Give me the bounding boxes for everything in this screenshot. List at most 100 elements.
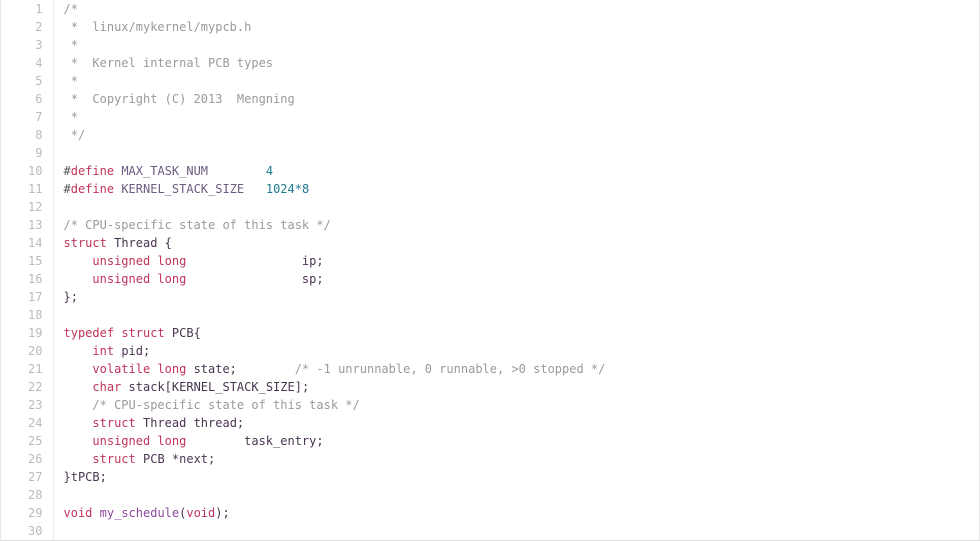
line-number[interactable]: 1 bbox=[1, 0, 54, 18]
code-line[interactable]: }; bbox=[53, 288, 979, 306]
token-keyword: volatile long bbox=[92, 362, 187, 376]
code-row[interactable]: 7 * bbox=[1, 108, 979, 126]
line-number[interactable]: 30 bbox=[1, 522, 54, 540]
line-number[interactable]: 8 bbox=[1, 126, 54, 144]
line-number[interactable]: 18 bbox=[1, 306, 54, 324]
code-line[interactable]: }tPCB; bbox=[53, 468, 979, 486]
code-line[interactable]: typedef struct PCB{ bbox=[53, 324, 979, 342]
line-number[interactable]: 28 bbox=[1, 486, 54, 504]
line-number[interactable]: 24 bbox=[1, 414, 54, 432]
line-number[interactable]: 2 bbox=[1, 18, 54, 36]
code-line[interactable]: * bbox=[53, 72, 979, 90]
code-row[interactable]: 29 void my_schedule(void); bbox=[1, 504, 979, 522]
code-row[interactable]: 4 * Kernel internal PCB types bbox=[1, 54, 979, 72]
line-number[interactable]: 7 bbox=[1, 108, 54, 126]
code-line[interactable]: * bbox=[53, 36, 979, 54]
code-row[interactable]: 23 /* CPU-specific state of this task */ bbox=[1, 396, 979, 414]
code-row[interactable]: 8 */ bbox=[1, 126, 979, 144]
code-row[interactable]: 2 * linux/mykernel/mypcb.h bbox=[1, 18, 979, 36]
code-line[interactable]: #define KERNEL_STACK_SIZE 1024*8 bbox=[53, 180, 979, 198]
code-line[interactable]: unsigned long sp; bbox=[53, 270, 979, 288]
line-number[interactable]: 16 bbox=[1, 270, 54, 288]
code-row[interactable]: 28 bbox=[1, 486, 979, 504]
line-number[interactable]: 5 bbox=[1, 72, 54, 90]
code-row[interactable]: 6 * Copyright (C) 2013 Mengning bbox=[1, 90, 979, 108]
line-number[interactable]: 25 bbox=[1, 432, 54, 450]
line-number[interactable]: 12 bbox=[1, 198, 54, 216]
code-line[interactable]: volatile long state; /* -1 unrunnable, 0… bbox=[53, 360, 979, 378]
line-number[interactable]: 19 bbox=[1, 324, 54, 342]
code-row[interactable]: 15 unsigned long ip; bbox=[1, 252, 979, 270]
token-ident: task_entry; bbox=[244, 434, 324, 448]
line-number[interactable]: 3 bbox=[1, 36, 54, 54]
code-row[interactable]: 5 * bbox=[1, 72, 979, 90]
code-row[interactable]: 19 typedef struct PCB{ bbox=[1, 324, 979, 342]
line-number[interactable]: 17 bbox=[1, 288, 54, 306]
code-line[interactable]: struct PCB *next; bbox=[53, 450, 979, 468]
token-comment: /* CPU-specific state of this task */ bbox=[92, 398, 360, 412]
line-number[interactable]: 21 bbox=[1, 360, 54, 378]
code-line-content: * bbox=[64, 108, 980, 126]
code-line[interactable]: int pid; bbox=[53, 342, 979, 360]
line-number[interactable]: 10 bbox=[1, 162, 54, 180]
code-row[interactable]: 1 /* bbox=[1, 0, 979, 18]
code-row[interactable]: 11 #define KERNEL_STACK_SIZE 1024*8 bbox=[1, 180, 979, 198]
code-line[interactable]: #define MAX_TASK_NUM 4 bbox=[53, 162, 979, 180]
code-line[interactable] bbox=[53, 486, 979, 504]
code-line[interactable] bbox=[53, 306, 979, 324]
code-line[interactable]: */ bbox=[53, 126, 979, 144]
code-row[interactable]: 27}tPCB; bbox=[1, 468, 979, 486]
code-line[interactable]: * Kernel internal PCB types bbox=[53, 54, 979, 72]
code-row[interactable]: 13 /* CPU-specific state of this task */ bbox=[1, 216, 979, 234]
line-number[interactable]: 29 bbox=[1, 504, 54, 522]
line-number[interactable]: 9 bbox=[1, 144, 54, 162]
line-number[interactable]: 6 bbox=[1, 90, 54, 108]
code-line[interactable]: * bbox=[53, 108, 979, 126]
line-number[interactable]: 23 bbox=[1, 396, 54, 414]
code-row[interactable]: 18 bbox=[1, 306, 979, 324]
code-row[interactable]: 22 char stack[KERNEL_STACK_SIZE]; bbox=[1, 378, 979, 396]
code-line[interactable]: /* bbox=[53, 0, 979, 18]
code-line[interactable]: void my_schedule(void); bbox=[53, 504, 979, 522]
line-number[interactable]: 14 bbox=[1, 234, 54, 252]
code-row[interactable]: 10 #define MAX_TASK_NUM 4 bbox=[1, 162, 979, 180]
code-line[interactable]: /* CPU-specific state of this task */ bbox=[53, 396, 979, 414]
code-row[interactable]: 17}; bbox=[1, 288, 979, 306]
line-number[interactable]: 4 bbox=[1, 54, 54, 72]
code-editor-viewport[interactable]: 1/* 2 * linux/mykernel/mypcb.h 3 * 4 * Kern… bbox=[0, 0, 980, 541]
code-row[interactable]: 3 * bbox=[1, 36, 979, 54]
line-number[interactable]: 22 bbox=[1, 378, 54, 396]
code-row[interactable]: 20 int pid; bbox=[1, 342, 979, 360]
code-line[interactable]: unsigned long ip; bbox=[53, 252, 979, 270]
code-line[interactable] bbox=[53, 198, 979, 216]
code-line[interactable]: * linux/mykernel/mypcb.h bbox=[53, 18, 979, 36]
code-row[interactable]: 16 unsigned long sp; bbox=[1, 270, 979, 288]
code-row[interactable]: 30 bbox=[1, 522, 979, 540]
code-line[interactable]: unsigned long task_entry; bbox=[53, 432, 979, 450]
code-line[interactable]: /* CPU-specific state of this task */ bbox=[53, 216, 979, 234]
line-number[interactable]: 26 bbox=[1, 450, 54, 468]
line-number[interactable]: 20 bbox=[1, 342, 54, 360]
code-line[interactable] bbox=[53, 144, 979, 162]
token-keyword: unsigned long bbox=[92, 272, 187, 286]
code-row[interactable]: 9 bbox=[1, 144, 979, 162]
token-ident: stack[KERNEL_STACK_SIZE]; bbox=[128, 380, 310, 394]
line-number[interactable]: 11 bbox=[1, 180, 54, 198]
code-row[interactable]: 12 bbox=[1, 198, 979, 216]
code-row[interactable]: 25 unsigned long task_entry; bbox=[1, 432, 979, 450]
code-row[interactable]: 26 struct PCB *next; bbox=[1, 450, 979, 468]
code-line[interactable]: char stack[KERNEL_STACK_SIZE]; bbox=[53, 378, 979, 396]
line-number[interactable]: 13 bbox=[1, 216, 54, 234]
code-line[interactable]: struct Thread { bbox=[53, 234, 979, 252]
code-row[interactable]: 21 volatile long state; /* -1 unrunnable… bbox=[1, 360, 979, 378]
token-ident: }; bbox=[63, 290, 78, 304]
line-number[interactable]: 27 bbox=[1, 468, 54, 486]
code-row[interactable]: 24 struct Thread thread; bbox=[1, 414, 979, 432]
code-line[interactable]: * Copyright (C) 2013 Mengning bbox=[53, 90, 979, 108]
code-line[interactable] bbox=[53, 522, 979, 540]
code-row[interactable]: 14 struct Thread { bbox=[1, 234, 979, 252]
code-line[interactable]: struct Thread thread; bbox=[53, 414, 979, 432]
line-number[interactable]: 15 bbox=[1, 252, 54, 270]
